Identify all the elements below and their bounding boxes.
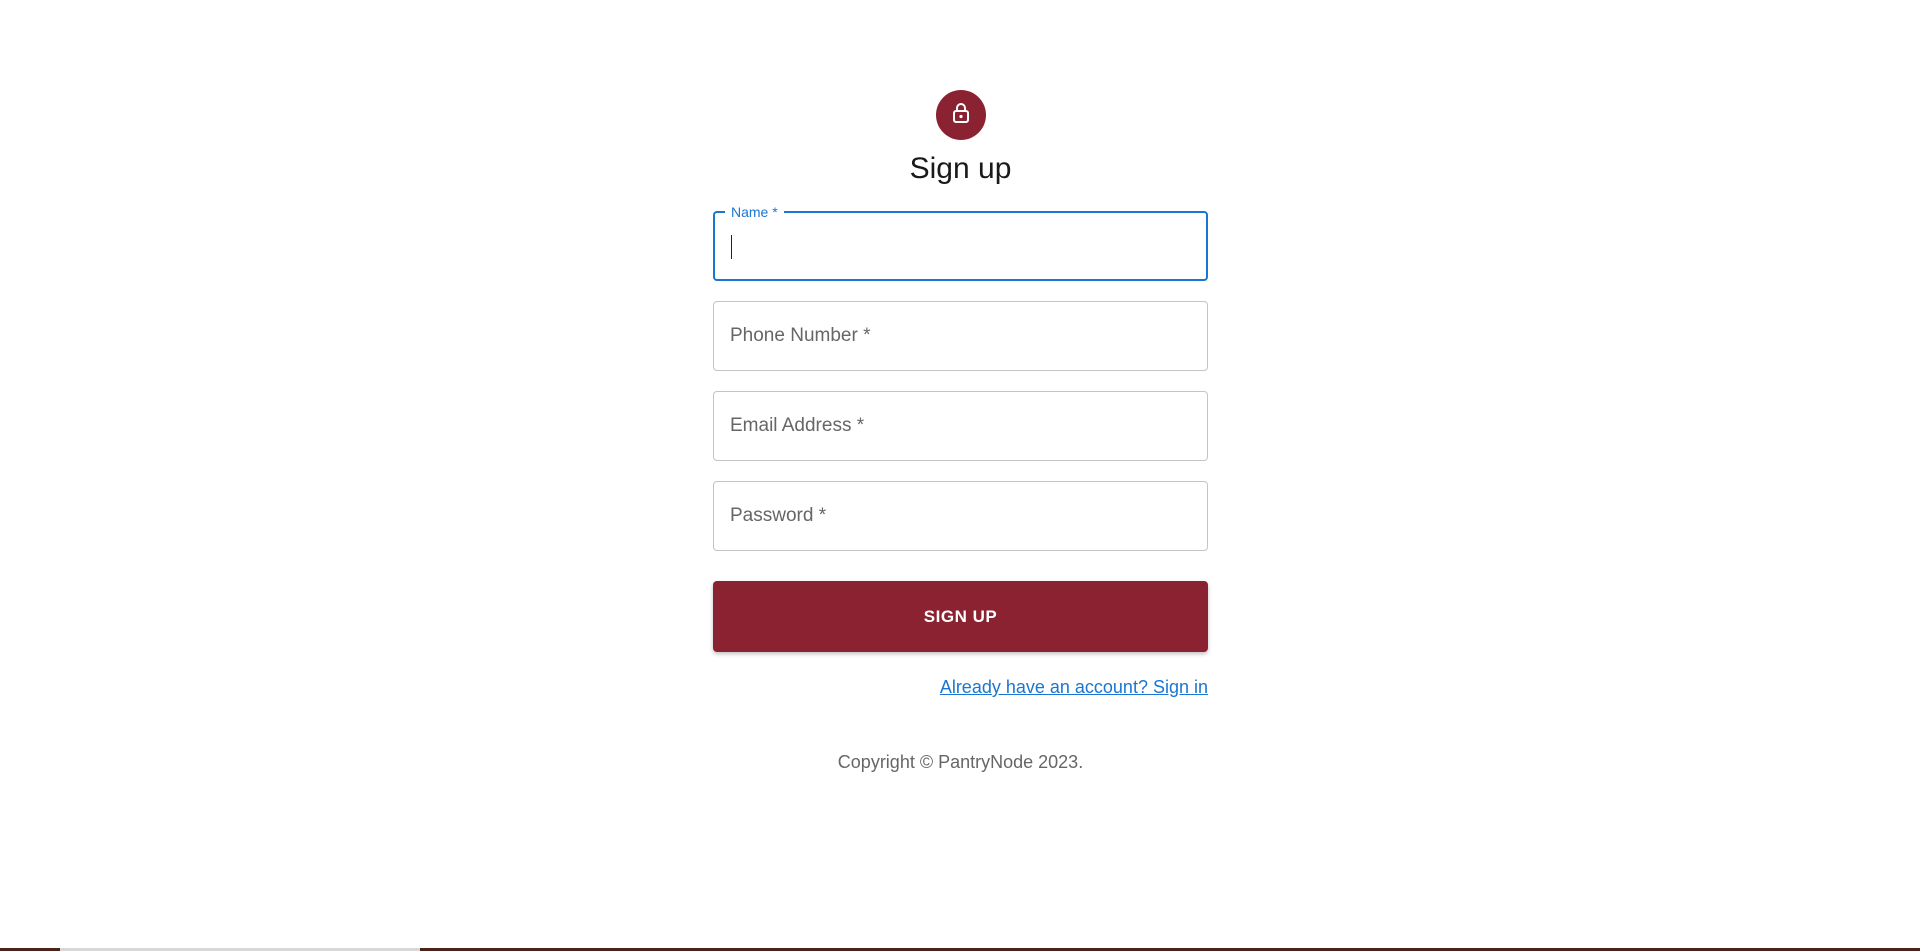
email-input[interactable] [714,392,1207,460]
lock-icon [949,101,973,130]
copyright-text: Copyright © PantryNode 2023. [837,752,1084,772]
avatar [935,90,986,140]
phone-field[interactable]: Phone Number * [713,301,1208,371]
signup-page: Sign up Name * Phone Number * Email Addr… [0,0,1920,951]
signin-link-row: Already have an account? Sign in [713,677,1208,698]
sign-in-link[interactable]: Already have an account? Sign in [940,677,1208,697]
phone-input[interactable] [714,302,1207,370]
email-field[interactable]: Email Address * [713,391,1208,461]
password-field[interactable]: Password * [713,481,1208,551]
signup-container: Sign up Name * Phone Number * Email Addr… [713,90,1208,773]
text-caret [731,235,732,259]
sign-up-button[interactable]: SIGN UP [713,581,1208,652]
name-field[interactable]: Name * [713,204,1208,281]
password-input[interactable] [714,482,1207,550]
page-title: Sign up [909,152,1012,185]
signup-form: Name * Phone Number * Email Address * Pa… [713,204,1208,698]
name-input[interactable] [715,213,1206,279]
